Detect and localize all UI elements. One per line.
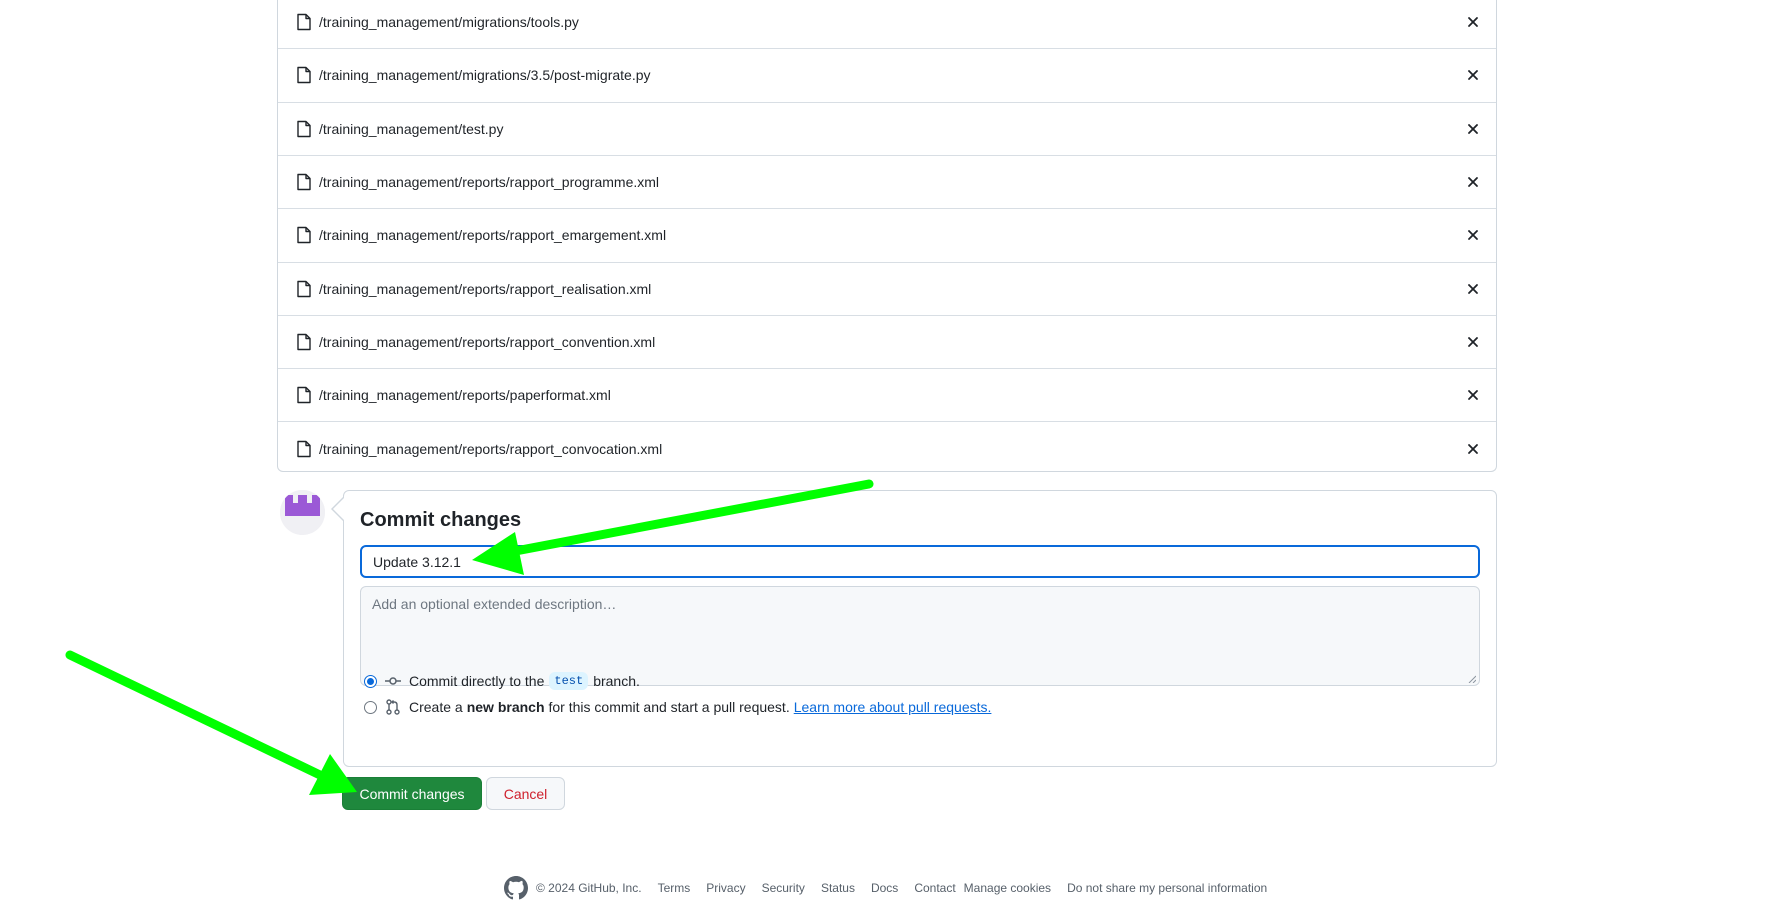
file-row: /training_management/migrations/tools.py bbox=[278, 0, 1496, 48]
footer-copyright: © 2024 GitHub, Inc. bbox=[536, 881, 642, 895]
commit-changes-panel: Commit changes Commit directly to the te… bbox=[343, 490, 1497, 767]
close-icon[interactable] bbox=[1464, 386, 1482, 404]
avatar bbox=[280, 490, 325, 535]
file-icon bbox=[297, 67, 311, 84]
resize-grip-icon[interactable] bbox=[1468, 675, 1476, 683]
file-row: /training_management/test.py bbox=[278, 101, 1496, 155]
file-icon bbox=[297, 120, 311, 137]
footer-link-status[interactable]: Status bbox=[821, 881, 855, 895]
git-pull-request-icon bbox=[386, 699, 400, 715]
file-path: /training_management/reports/paperformat… bbox=[319, 387, 611, 404]
commit-direct-text: Commit directly to the bbox=[409, 673, 545, 689]
speech-caret-fill bbox=[333, 498, 344, 520]
file-path: /training_management/reports/rapport_pro… bbox=[319, 174, 660, 191]
file-path: /training_management/test.py bbox=[319, 120, 504, 137]
file-path: /training_management/reports/rapport_con… bbox=[319, 440, 663, 457]
close-icon[interactable] bbox=[1464, 280, 1482, 298]
file-path: /training_management/reports/rapport_ema… bbox=[319, 227, 667, 244]
file-icon bbox=[297, 13, 311, 30]
new-branch-bold: new branch bbox=[466, 699, 545, 715]
commit-title: Commit changes bbox=[360, 509, 522, 531]
close-icon[interactable] bbox=[1464, 173, 1482, 191]
branch-name: test bbox=[549, 672, 589, 690]
file-row: /training_management/migrations/3.5/post… bbox=[278, 48, 1496, 101]
new-branch-radio[interactable] bbox=[364, 700, 377, 714]
close-icon[interactable] bbox=[1464, 226, 1482, 244]
close-icon[interactable] bbox=[1464, 333, 1482, 351]
cancel-button[interactable]: Cancel bbox=[486, 777, 565, 810]
file-icon bbox=[297, 280, 311, 297]
footer-link-privacy[interactable]: Privacy bbox=[706, 881, 745, 895]
new-branch-text-after: for this commit and start a pull request… bbox=[548, 699, 790, 715]
close-icon[interactable] bbox=[1464, 66, 1482, 84]
file-path: /training_management/migrations/3.5/post… bbox=[319, 67, 651, 84]
new-branch-option[interactable]: Create a new branch for this commit and … bbox=[364, 697, 991, 717]
file-icon bbox=[297, 387, 311, 404]
footer-link-contact[interactable]: Contact bbox=[914, 881, 955, 895]
github-mark-icon[interactable] bbox=[504, 876, 528, 900]
changed-files-list: /training_management/migrations/tools.py… bbox=[277, 0, 1497, 472]
file-icon bbox=[297, 173, 311, 191]
close-icon[interactable] bbox=[1464, 120, 1482, 138]
avatar-identicon bbox=[280, 490, 325, 535]
file-row: /training_management/reports/rapport_pro… bbox=[278, 154, 1496, 208]
commit-summary-input[interactable] bbox=[360, 545, 1480, 578]
close-icon[interactable] bbox=[1464, 440, 1482, 458]
commit-direct-option[interactable]: Commit directly to the test branch. bbox=[364, 671, 640, 691]
footer-link-security[interactable]: Security bbox=[762, 881, 805, 895]
file-icon bbox=[297, 227, 311, 244]
commit-changes-button[interactable]: Commit changes bbox=[342, 777, 482, 810]
file-icon bbox=[297, 440, 311, 457]
file-path: /training_management/reports/rapport_con… bbox=[319, 333, 656, 350]
file-row: /training_management/reports/paperformat… bbox=[278, 368, 1496, 421]
file-path: /training_management/migrations/tools.py bbox=[319, 13, 579, 30]
file-row: /training_management/reports/rapport_rea… bbox=[278, 261, 1496, 315]
file-icon bbox=[297, 333, 311, 351]
page-footer: © 2024 GitHub, Inc. Terms Privacy Securi… bbox=[504, 876, 1283, 900]
file-row: /training_management/reports/rapport_ema… bbox=[278, 208, 1496, 261]
commit-direct-suffix: branch. bbox=[593, 673, 640, 689]
file-path: /training_management/reports/rapport_rea… bbox=[319, 280, 652, 297]
commit-direct-radio[interactable] bbox=[364, 674, 377, 688]
git-commit-icon bbox=[385, 677, 401, 685]
file-row: /training_management/reports/rapport_con… bbox=[278, 421, 1496, 474]
new-branch-text-before: Create a bbox=[409, 699, 463, 715]
learn-more-pull-requests-link[interactable]: Learn more about pull requests. bbox=[794, 699, 992, 715]
footer-link-docs[interactable]: Docs bbox=[871, 881, 898, 895]
footer-link-manage-cookies[interactable]: Manage cookies bbox=[964, 881, 1051, 895]
file-row: /training_management/reports/rapport_con… bbox=[278, 314, 1496, 368]
footer-link-do-not-share[interactable]: Do not share my personal information bbox=[1067, 881, 1267, 895]
footer-link-terms[interactable]: Terms bbox=[658, 881, 691, 895]
annotation-arrow-commit-button bbox=[65, 650, 357, 795]
close-icon[interactable] bbox=[1464, 13, 1482, 31]
